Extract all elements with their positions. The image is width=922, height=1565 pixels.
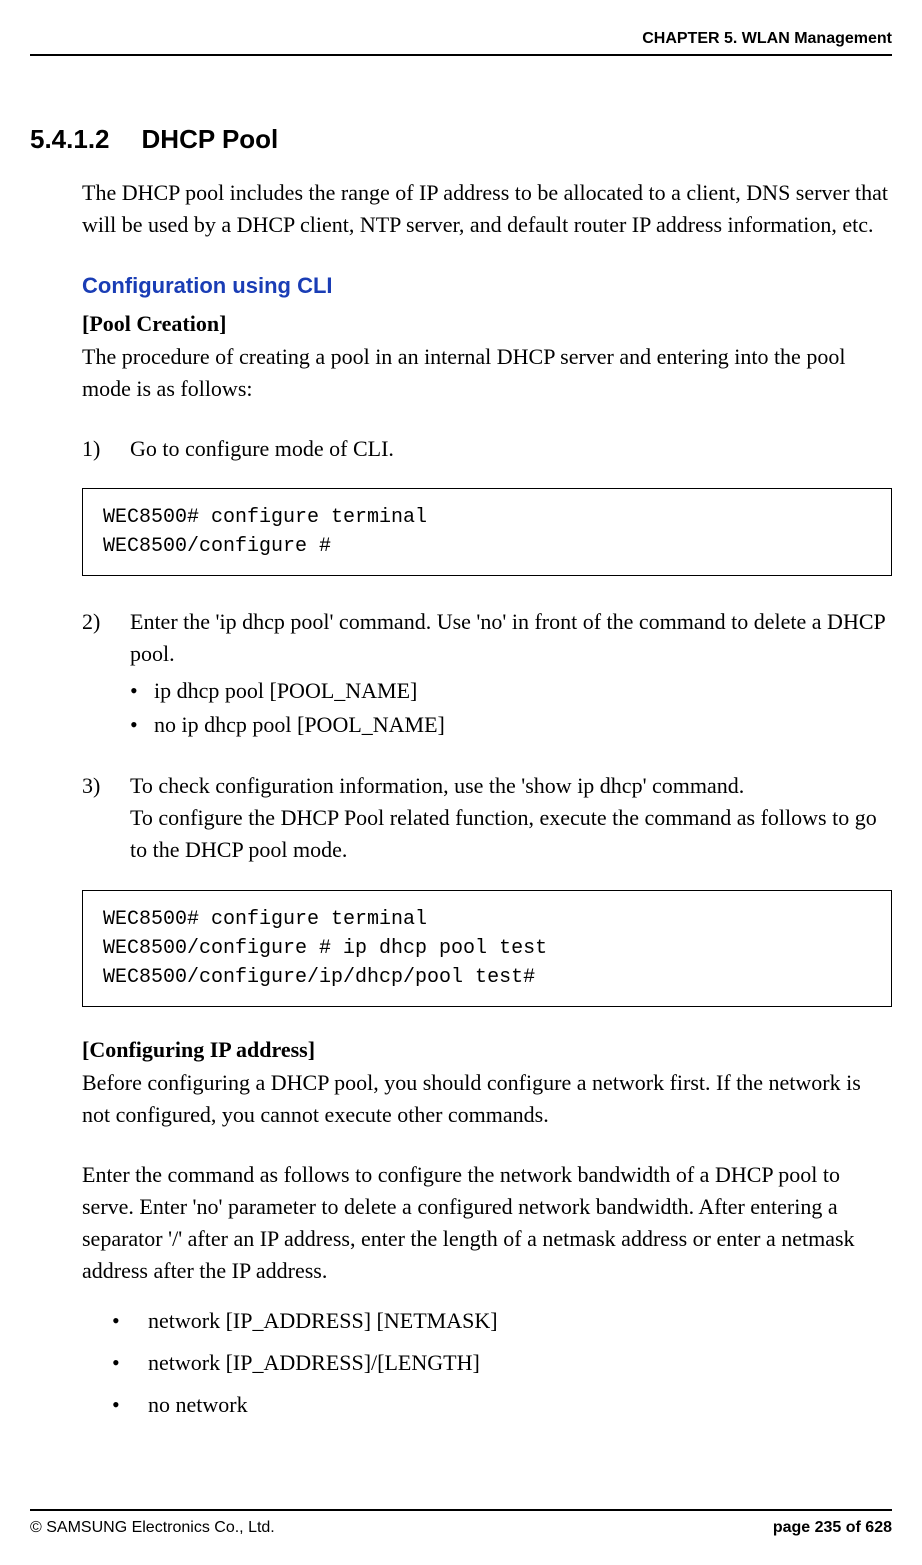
section-intro: The DHCP pool includes the range of IP a…: [30, 177, 892, 241]
bullet-text: no network: [148, 1392, 248, 1417]
config-ip-desc1: Before configuring a DHCP pool, you shou…: [30, 1067, 892, 1131]
list-item: •no ip dhcp pool [POOL_NAME]: [130, 708, 892, 742]
step-1-num: 1): [82, 433, 130, 465]
bullet-icon: •: [130, 674, 154, 708]
cli-heading: Configuration using CLI: [30, 273, 892, 299]
step-2-bullets: •ip dhcp pool [POOL_NAME] •no ip dhcp po…: [30, 674, 892, 742]
config-ip-bullets: •network [IP_ADDRESS] [NETMASK] •network…: [30, 1300, 892, 1425]
bullet-text: no ip dhcp pool [POOL_NAME]: [154, 712, 445, 737]
pool-creation-desc: The procedure of creating a pool in an i…: [30, 341, 892, 405]
page-header: CHAPTER 5. WLAN Management: [30, 30, 892, 56]
step-3: 3)To check configuration information, us…: [30, 770, 892, 866]
step-1: 1)Go to configure mode of CLI.: [30, 433, 892, 465]
code-block-1: WEC8500# configure terminal WEC8500/conf…: [82, 488, 892, 576]
bullet-icon: •: [112, 1300, 148, 1342]
bullet-icon: •: [112, 1342, 148, 1384]
section-number: 5.4.1.2: [30, 124, 110, 154]
pool-creation-label: [Pool Creation]: [30, 311, 892, 337]
bullet-text: network [IP_ADDRESS]/[LENGTH]: [148, 1350, 480, 1375]
step-1-text: Go to configure mode of CLI.: [130, 433, 886, 465]
page-content: 5.4.1.2 DHCP Pool The DHCP pool includes …: [30, 124, 892, 1509]
step-2-num: 2): [82, 606, 130, 638]
list-item: •ip dhcp pool [POOL_NAME]: [130, 674, 892, 708]
list-item: •network [IP_ADDRESS] [NETMASK]: [112, 1300, 892, 1342]
page-footer: © SAMSUNG Electronics Co., Ltd. page 235…: [30, 1509, 892, 1537]
list-item: •network [IP_ADDRESS]/[LENGTH]: [112, 1342, 892, 1384]
section-heading: 5.4.1.2 DHCP Pool: [30, 124, 892, 155]
copyright: © SAMSUNG Electronics Co., Ltd.: [30, 1519, 275, 1537]
step-3-num: 3): [82, 770, 130, 802]
list-item: •no network: [112, 1384, 892, 1426]
section-title: DHCP Pool: [142, 124, 279, 154]
chapter-label: CHAPTER 5. WLAN Management: [642, 30, 892, 47]
step-2-text: Enter the 'ip dhcp pool' command. Use 'n…: [130, 606, 886, 670]
bullet-icon: •: [112, 1384, 148, 1426]
bullet-text: ip dhcp pool [POOL_NAME]: [154, 678, 417, 703]
step-3-text: To check configuration information, use …: [130, 770, 886, 866]
page-number: page 235 of 628: [773, 1519, 892, 1537]
step-2: 2)Enter the 'ip dhcp pool' command. Use …: [30, 606, 892, 670]
bullet-text: network [IP_ADDRESS] [NETMASK]: [148, 1308, 498, 1333]
config-ip-label: [Configuring IP address]: [30, 1037, 892, 1063]
bullet-icon: •: [130, 708, 154, 742]
config-ip-desc2: Enter the command as follows to configur…: [30, 1159, 892, 1287]
code-block-2: WEC8500# configure terminal WEC8500/conf…: [82, 890, 892, 1007]
